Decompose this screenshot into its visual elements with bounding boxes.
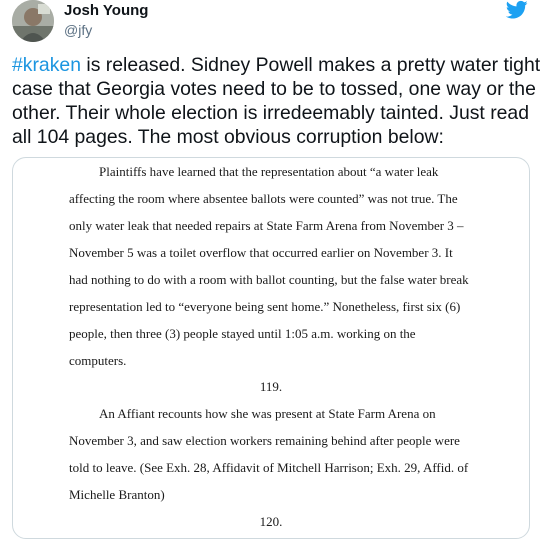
tweet-text-line-2: case that Georgia votes need to be to to… [12, 78, 536, 100]
author-display-name[interactable]: Josh Young [64, 2, 148, 19]
document-line: had nothing to do with a room with ballo… [69, 272, 469, 287]
attached-document-image[interactable]: Plaintiffs have learned that the represe… [12, 157, 530, 539]
document-line: affecting the room where absentee ballot… [69, 191, 458, 206]
document-line: Plaintiffs have learned that the represe… [99, 164, 439, 179]
tweet-text-line-1: #kraken is released. Sidney Powell makes… [12, 53, 548, 77]
page-number: 120. [259, 514, 283, 529]
document-line: people, then three (3) people stayed unt… [69, 326, 416, 341]
document-line: only water leak that needed repairs at S… [69, 218, 464, 233]
document-line: Michelle Branton) [69, 487, 165, 502]
tweet-text: #kraken is released. Sidney Powell makes… [12, 53, 548, 149]
tweet-text-line-3: other. Their whole election is irredeema… [12, 102, 530, 124]
document-line: representation led to “everyone being se… [69, 299, 461, 314]
document-line: An Affiant recounts how she was present … [99, 406, 436, 421]
page-number: 119. [259, 379, 283, 394]
document-line: told to leave. (See Exh. 28, Affidavit o… [69, 460, 469, 475]
tweet-text-fragment: is released. Sidney Powell makes a prett… [81, 54, 541, 76]
avatar[interactable] [12, 0, 54, 42]
twitter-bird-icon[interactable] [505, 0, 528, 20]
document-line: November 3, and saw election workers rem… [69, 433, 460, 448]
document-line: computers. [69, 353, 127, 368]
tweet-text-line-4: all 104 pages. The most obvious corrupti… [12, 126, 444, 148]
document-line: November 5 was a toilet overflow that oc… [69, 245, 453, 260]
author-handle[interactable]: @jfy [64, 22, 92, 38]
hashtag-link[interactable]: #kraken [12, 54, 81, 76]
